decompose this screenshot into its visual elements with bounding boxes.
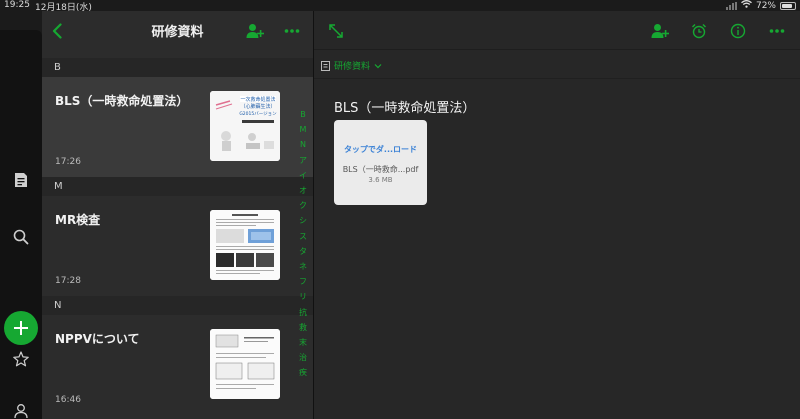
index-letter[interactable]: オ	[296, 183, 310, 198]
expand-icon	[329, 24, 343, 38]
list-title: 研修資料	[151, 25, 204, 40]
status-bar: 19:25 12月18日(水) 72%	[0, 0, 800, 13]
download-label[interactable]: タップでダ...ロード	[334, 144, 427, 155]
list-header: 研修資料	[42, 11, 313, 51]
thumbnail-line-1: 一次救命処置法	[240, 96, 275, 103]
note-title: BLS（一時救命処置法）	[55, 94, 189, 108]
notebook-name: 研修資料	[334, 62, 371, 72]
pdf-attachment[interactable]: タップでダ...ロード BLS（一時救命...pdf 3.6 MB	[334, 120, 427, 205]
add-user-icon	[651, 24, 669, 38]
alphabet-index[interactable]: BMNアイオクシスタネフリ抗救末治疾	[296, 107, 310, 381]
signal-icon	[725, 1, 737, 10]
note-time: 17:26	[55, 157, 81, 167]
expand-button[interactable]	[325, 20, 347, 42]
alarm-icon	[692, 24, 706, 39]
section-header: B	[42, 58, 313, 77]
section-header: N	[42, 296, 313, 315]
index-letter[interactable]: 救	[296, 320, 310, 335]
status-right: 72%	[725, 0, 796, 11]
more-icon	[284, 29, 300, 33]
index-letter[interactable]: 疾	[296, 365, 310, 380]
notes-icon[interactable]	[11, 170, 31, 190]
wifi-icon	[741, 0, 752, 11]
reminder-button[interactable]	[688, 20, 710, 42]
plus-icon	[14, 321, 28, 335]
thumbnail-line-3: G2015バージョン	[239, 111, 277, 117]
index-letter[interactable]: タ	[296, 244, 310, 259]
share-button[interactable]	[244, 20, 266, 42]
new-note-button[interactable]	[4, 311, 38, 345]
notebook-separator	[314, 78, 800, 79]
star-icon[interactable]	[11, 349, 31, 369]
note-time: 17:28	[55, 276, 81, 286]
add-user-icon	[246, 24, 264, 38]
battery-icon	[780, 1, 796, 10]
list-item[interactable]: NPPVについて 16:46	[42, 315, 313, 415]
index-letter[interactable]: ネ	[296, 259, 310, 274]
list-item[interactable]: BLS（一時救命処置法） 17:26 一次救命処置法 （心肺蘇生法） G2015…	[42, 77, 313, 177]
index-letter[interactable]: ス	[296, 229, 310, 244]
attachment-filename: BLS（一時救命...pdf	[342, 165, 419, 174]
account-icon[interactable]	[11, 401, 31, 419]
index-letter[interactable]: フ	[296, 274, 310, 289]
notebook-icon	[321, 60, 330, 71]
search-icon[interactable]	[11, 227, 31, 247]
index-letter[interactable]: リ	[296, 289, 310, 304]
index-letter[interactable]: シ	[296, 213, 310, 228]
index-letter[interactable]: イ	[296, 168, 310, 183]
note-title: NPPVについて	[55, 332, 140, 346]
note-thumbnail: 一次救命処置法 （心肺蘇生法） G2015バージョン	[210, 91, 280, 161]
thumbnail-line-2: （心肺蘇生法）	[240, 103, 275, 110]
note-thumbnail	[210, 210, 280, 280]
index-letter[interactable]: 末	[296, 335, 310, 350]
note-list-panel: 研修資料 B BLS（一時救命処置法） 17:26 一次救命処置法 （心肺蘇生法…	[42, 11, 313, 419]
list-item[interactable]: MR検査 17:28	[42, 196, 313, 296]
info-button[interactable]	[727, 20, 749, 42]
index-letter[interactable]: M	[296, 122, 310, 137]
section-header: M	[42, 177, 313, 196]
more-icon	[769, 29, 785, 33]
chevron-down-icon	[374, 63, 382, 68]
more-button[interactable]	[281, 20, 303, 42]
note-time: 16:46	[55, 395, 81, 405]
note-heading[interactable]: BLS（一時救命処置法）	[334, 97, 475, 116]
info-icon	[730, 23, 746, 39]
index-letter[interactable]: 抗	[296, 305, 310, 320]
more-options-button[interactable]	[766, 20, 788, 42]
index-letter[interactable]: B	[296, 107, 310, 122]
status-time: 19:25	[4, 0, 30, 10]
notebook-selector[interactable]: 研修資料	[321, 59, 382, 72]
index-letter[interactable]: ク	[296, 198, 310, 213]
index-letter[interactable]: ア	[296, 153, 310, 168]
index-letter[interactable]: N	[296, 137, 310, 152]
index-letter[interactable]: 治	[296, 350, 310, 365]
share-note-button[interactable]	[649, 20, 671, 42]
note-title: MR検査	[55, 213, 101, 227]
note-detail-panel: 研修資料 BLS（一時救命処置法） タップでダ...ロード BLS（一時救命..…	[314, 11, 800, 419]
note-thumbnail	[210, 329, 280, 399]
battery-percent: 72%	[755, 0, 776, 11]
attachment-filesize: 3.6 MB	[368, 176, 393, 184]
toolbar-separator	[314, 49, 800, 50]
sidebar-rail	[0, 30, 42, 419]
